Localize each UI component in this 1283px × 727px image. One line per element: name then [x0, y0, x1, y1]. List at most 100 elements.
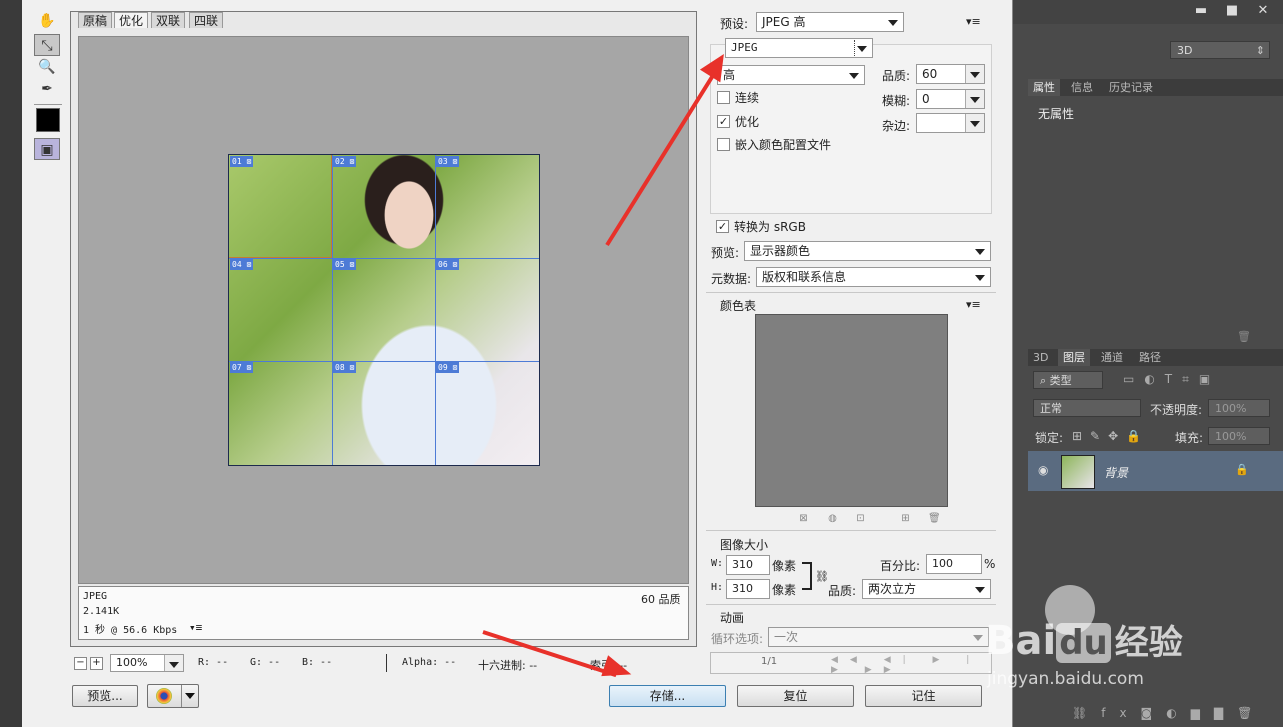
color-table-label: 颜色表 — [720, 299, 757, 313]
opacity-input[interactable]: 100% — [1208, 399, 1270, 417]
layer-name[interactable]: 背景 — [1104, 464, 1128, 481]
animation-controls: 1/1 ◀◀ ◀| ▶ |▶ ▶▶ — [710, 652, 992, 675]
section-divider — [706, 292, 996, 293]
optimized-checkbox[interactable]: ✓ — [717, 115, 730, 128]
watermark-url: jingyan.baidu.com — [987, 669, 1144, 689]
workspace-select[interactable]: 3D ⇕ — [1170, 41, 1270, 59]
zoom-out-icon[interactable]: − — [74, 657, 87, 670]
slice-tag[interactable]: 04 ⊠ — [230, 259, 254, 270]
resample-label: 品质: — [828, 584, 857, 598]
tab-properties[interactable]: 属性 — [1028, 79, 1060, 96]
maximize-button[interactable]: ■ — [1217, 2, 1247, 20]
zoom-in-icon[interactable]: + — [90, 657, 103, 670]
delete-color-icon[interactable]: 🗑 — [928, 513, 941, 524]
minimize-button[interactable]: ▬ — [1186, 2, 1216, 20]
quality-level-select[interactable]: 高 — [717, 65, 865, 85]
layers-panel-tabs: 3D 图层 通道 路径 — [1028, 349, 1283, 366]
tab-info[interactable]: 信息 — [1066, 79, 1098, 96]
layer-filter-icons[interactable]: ▭◐T⌗▣ — [1123, 372, 1220, 387]
lock-icons[interactable]: ⊞✎✥🔒 — [1072, 429, 1149, 443]
percent-input[interactable]: 100 — [926, 554, 982, 574]
properties-empty-text: 无属性 — [1038, 107, 1075, 121]
color-table-area[interactable] — [755, 314, 948, 507]
trash-icon[interactable]: 🗑 — [1237, 330, 1251, 343]
slice-number: 04 — [232, 260, 242, 269]
tab-paths[interactable]: 路径 — [1134, 349, 1166, 366]
tab-2up[interactable]: 双联 — [151, 12, 186, 28]
height-input[interactable]: 310 — [726, 579, 770, 599]
tab-history[interactable]: 历史记录 — [1104, 79, 1158, 96]
blend-mode-select[interactable]: 正常 — [1033, 399, 1141, 417]
hand-tool-icon[interactable]: ✋ — [34, 10, 60, 32]
blur-input[interactable]: 0 — [916, 89, 985, 109]
preview-color-select[interactable]: 显示器颜色 — [744, 241, 991, 261]
selected-slice-outline[interactable] — [229, 155, 332, 258]
opacity-label: 不透明度: — [1150, 403, 1203, 417]
remember-button[interactable]: 记住 — [865, 685, 982, 707]
slice-number: 09 — [438, 363, 448, 372]
save-button[interactable]: 存储... — [609, 685, 726, 707]
convert-srgb-checkbox[interactable]: ✓ — [716, 220, 729, 233]
toggle-slice-visibility-icon[interactable]: ▣ — [34, 138, 60, 160]
browser-select[interactable] — [147, 684, 199, 708]
reset-button[interactable]: 复位 — [737, 685, 854, 707]
color-table-menu-icon[interactable]: ▾≡ — [966, 298, 981, 311]
metadata-value: 版权和联系信息 — [762, 270, 847, 284]
frame-counter: 1/1 — [761, 656, 778, 667]
tab-optimized[interactable]: 优化 — [114, 12, 149, 28]
slice-tag[interactable]: 07 ⊠ — [230, 362, 254, 373]
tab-original[interactable]: 原稿 — [78, 12, 113, 28]
watermark-brand: Baidu 经验 — [985, 615, 1183, 664]
slice-tag[interactable]: 01 ⊠ — [230, 156, 254, 167]
eyedropper-color-swatch[interactable] — [36, 108, 60, 132]
zoom-level-select[interactable]: 100% — [110, 654, 184, 672]
slice-tag[interactable]: 02 ⊠ — [333, 156, 357, 167]
embed-profile-checkbox[interactable] — [717, 138, 730, 151]
settings-menu-icon[interactable]: ▾≡ — [966, 15, 981, 28]
lock-label: 锁定: — [1035, 431, 1064, 445]
matte-select[interactable] — [916, 113, 985, 133]
slice-number: 02 — [335, 157, 345, 166]
progressive-label: 连续 — [735, 91, 760, 105]
preview-photo[interactable]: 01 ⊠ 02 ⊠ 03 ⊠ 04 ⊠ 05 ⊠ 06 ⊠ 07 ⊠ 08 ⊠ … — [228, 154, 540, 466]
download-menu-icon[interactable]: ▾≡ — [189, 621, 202, 634]
playback-buttons-icon[interactable]: ◀◀ ◀| ▶ |▶ ▶▶ — [831, 655, 991, 675]
web-snap-icon[interactable]: ◍ — [827, 513, 838, 524]
slice-tag[interactable]: 09 ⊠ — [436, 362, 460, 373]
slice-select-tool-icon[interactable]: ⤡ — [34, 34, 60, 56]
new-color-icon[interactable]: ⊞ — [900, 513, 911, 524]
zoom-tool-icon[interactable]: 🔍 — [34, 56, 60, 78]
fill-input[interactable]: 100% — [1208, 427, 1270, 445]
layers-bottom-toolbar-icons[interactable]: ⛓fx◙◐▆▇🗑 — [1028, 700, 1283, 727]
eye-icon[interactable]: ◉ — [1038, 463, 1048, 477]
slice-tag[interactable]: 05 ⊠ — [333, 259, 357, 270]
lock-color-icon[interactable]: ⊡ — [855, 513, 866, 524]
slice-number: 07 — [232, 363, 242, 372]
tab-3d[interactable]: 3D — [1028, 349, 1053, 366]
loop-options-select[interactable]: 一次 — [768, 627, 989, 647]
quality-input[interactable]: 60 — [916, 64, 985, 84]
percent-label: 百分比: — [880, 559, 921, 573]
tab-layers[interactable]: 图层 — [1058, 349, 1090, 366]
map-color-icon[interactable]: ⊠ — [798, 513, 809, 524]
layer-row-background[interactable]: ◉ 背景 🔒 — [1028, 451, 1283, 491]
layer-filter-select[interactable]: ⌕ 类型 — [1033, 371, 1103, 389]
watermark-suffix: 经验 — [1114, 623, 1183, 663]
file-format-select[interactable]: JPEG — [725, 38, 873, 58]
resample-select[interactable]: 两次立方 — [862, 579, 991, 599]
select-divider — [854, 40, 856, 56]
link-icon[interactable]: ⛓ — [815, 570, 829, 583]
preset-select[interactable]: JPEG 高 — [756, 12, 904, 32]
progressive-checkbox[interactable] — [717, 91, 730, 104]
metadata-select[interactable]: 版权和联系信息 — [756, 267, 991, 287]
tab-channels[interactable]: 通道 — [1096, 349, 1128, 366]
slice-number: 08 — [335, 363, 345, 372]
slice-tag[interactable]: 03 ⊠ — [436, 156, 460, 167]
tab-4up[interactable]: 四联 — [189, 12, 224, 28]
eyedropper-tool-icon[interactable]: ✒ — [34, 78, 60, 100]
preview-in-browser-button[interactable]: 预览... — [72, 685, 138, 707]
close-window-button[interactable]: ✕ — [1248, 2, 1278, 20]
slice-tag[interactable]: 06 ⊠ — [436, 259, 460, 270]
width-input[interactable]: 310 — [726, 555, 770, 575]
slice-tag[interactable]: 08 ⊠ — [333, 362, 357, 373]
